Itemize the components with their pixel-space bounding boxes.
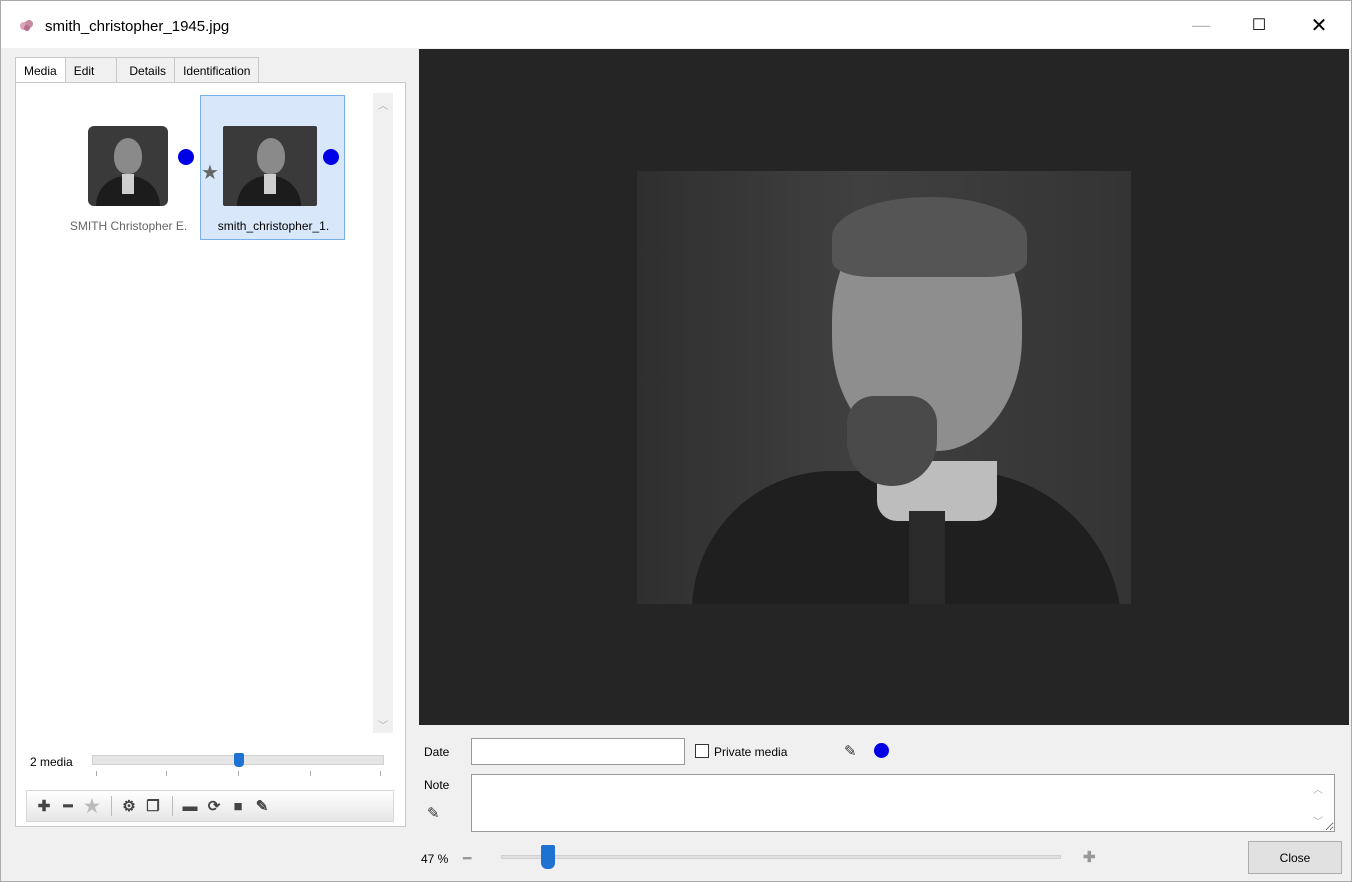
folder-icon[interactable]: ▬: [179, 795, 201, 817]
close-window-button[interactable]: ✕: [1307, 13, 1331, 37]
tab-identification[interactable]: Identification: [174, 57, 260, 83]
pencil-icon[interactable]: ✎: [427, 804, 440, 822]
date-field[interactable]: [471, 738, 685, 765]
media-thumbnail: [223, 126, 317, 206]
note-field[interactable]: [471, 774, 1335, 832]
star-icon: ★: [201, 162, 219, 184]
left-panel: Media Edit Details Identification SMITH …: [15, 57, 409, 827]
scroll-down-icon[interactable]: ﹀: [377, 717, 389, 732]
save-icon[interactable]: ■: [227, 795, 249, 817]
media-thumbnail: [88, 126, 168, 206]
zoom-slider-track[interactable]: [501, 855, 1061, 859]
thumbnail-size-slider[interactable]: [92, 753, 384, 783]
scroll-up-icon[interactable]: ︿: [1313, 781, 1323, 796]
toolbar-separator: [172, 796, 173, 816]
zoom-slider-thumb[interactable]: [541, 845, 555, 869]
media-item[interactable]: SMITH Christopher E.: [56, 95, 201, 240]
status-dot: [178, 149, 194, 165]
star-icon[interactable]: ★: [81, 795, 103, 817]
media-count: 2 media: [30, 755, 73, 769]
status-dot: [874, 743, 889, 758]
tab-details[interactable]: Details: [116, 57, 176, 83]
image-viewer[interactable]: [419, 49, 1349, 725]
media-item-label: SMITH Christopher E.: [69, 219, 188, 233]
media-window: smith_christopher_1945.jpg — ☐ ✕ Media E…: [0, 0, 1352, 882]
zoom-out-icon[interactable]: ━: [463, 850, 471, 867]
close-icon: ✕: [1310, 14, 1328, 37]
portrait-photo: [637, 171, 1131, 604]
note-label: Note: [424, 778, 450, 792]
media-toolbar: ✚ ━ ★ ⚙ ❐ ▬ ⟳ ■ ✎: [26, 790, 394, 822]
minimize-icon: —: [1192, 14, 1210, 35]
date-label: Date: [424, 745, 450, 759]
media-item[interactable]: ★ smith_christopher_1.: [200, 95, 345, 240]
private-media-label: Private media: [714, 745, 788, 759]
pencil-icon[interactable]: ✎: [844, 742, 862, 760]
tab-edit[interactable]: Edit: [64, 57, 118, 83]
minimize-button[interactable]: —: [1189, 13, 1213, 37]
title-bar: smith_christopher_1945.jpg — ☐ ✕: [1, 1, 1351, 48]
tab-bar: Media Edit Details Identification: [15, 57, 260, 84]
tab-media[interactable]: Media: [15, 57, 66, 84]
zoom-in-icon[interactable]: ✚: [1083, 848, 1096, 866]
edit-icon[interactable]: ✎: [251, 795, 273, 817]
maximize-button[interactable]: ☐: [1247, 13, 1271, 37]
scroll-down-icon[interactable]: ﹀: [1313, 813, 1323, 828]
private-media-checkbox[interactable]: [695, 744, 709, 758]
remove-icon[interactable]: ━: [57, 795, 79, 817]
media-item-label: smith_christopher_1.: [217, 219, 330, 233]
window-title: smith_christopher_1945.jpg: [45, 18, 230, 35]
app-icon: [20, 20, 33, 31]
scroll-up-icon[interactable]: ︿: [377, 97, 389, 112]
maximize-icon: ☐: [1251, 17, 1267, 34]
gallery-icon[interactable]: ❐: [142, 795, 164, 817]
zoom-level: 47 %: [421, 852, 449, 866]
settings-icon[interactable]: ⚙: [118, 795, 140, 817]
media-tab-panel: SMITH Christopher E. ★ smith_christopher…: [15, 82, 406, 827]
media-list-scrollbar[interactable]: ︿ ﹀: [373, 93, 393, 733]
refresh-icon[interactable]: ⟳: [203, 795, 225, 817]
media-list: SMITH Christopher E. ★ smith_christopher…: [16, 83, 376, 733]
slider-thumb[interactable]: [234, 753, 244, 767]
add-icon[interactable]: ✚: [33, 795, 55, 817]
close-button[interactable]: Close: [1248, 841, 1342, 874]
toolbar-separator: [111, 796, 112, 816]
status-dot: [323, 149, 339, 165]
